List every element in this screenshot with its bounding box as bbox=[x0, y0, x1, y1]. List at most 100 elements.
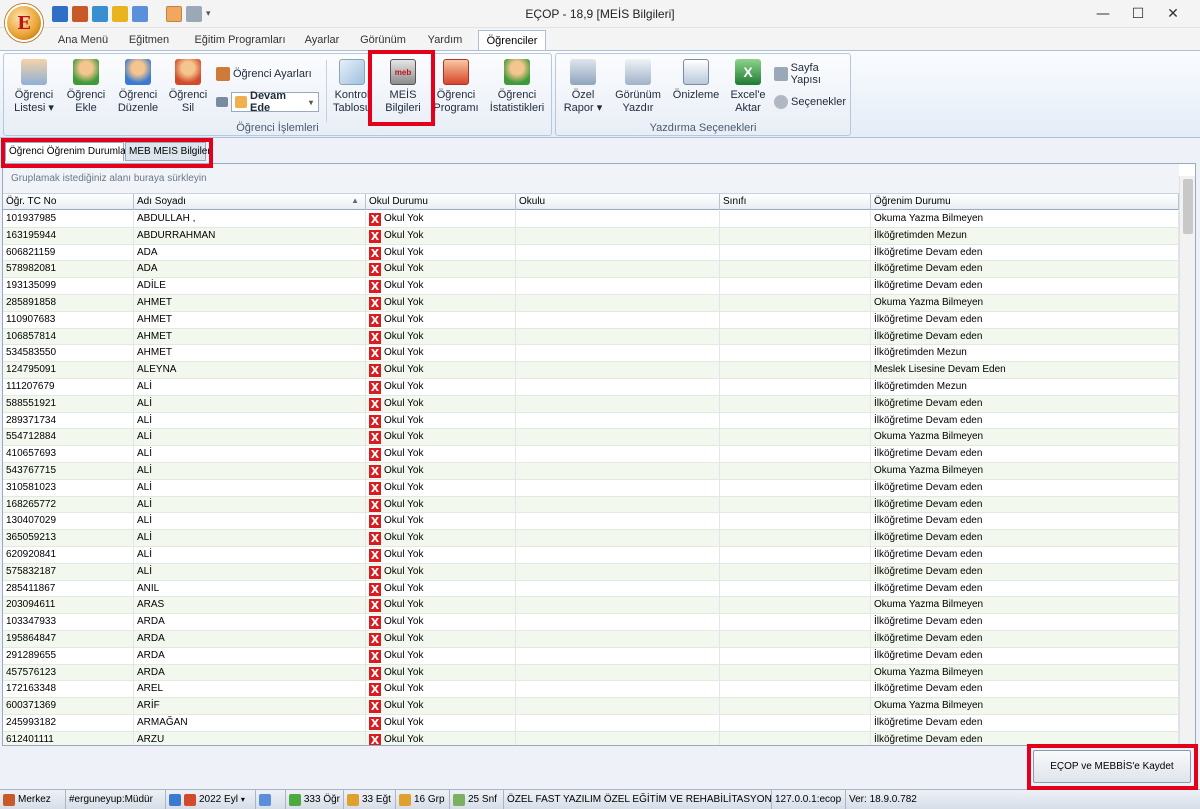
table-row[interactable]: 410657693 ALİ X Okul Yok İlköğretime Devam e… bbox=[3, 446, 1179, 463]
tab-ogrenciler[interactable]: Öğrenciler bbox=[478, 30, 546, 50]
tab-egitmen[interactable]: Eğitmen bbox=[118, 30, 180, 50]
table-row[interactable]: 103347933 ARDA X Okul Yok İlköğretime Devam … bbox=[3, 614, 1179, 631]
cell-tc-no: 575832187 bbox=[3, 563, 134, 580]
ozel-rapor-button[interactable]: Özel Rapor ▾ bbox=[558, 57, 608, 115]
sayfa-yapisi-button[interactable]: Sayfa Yapısı bbox=[774, 62, 850, 86]
table-row[interactable]: 543767715 ALİ X Okul Yok Okuma Yazma Bilmeye… bbox=[3, 463, 1179, 480]
group-yazdirma-secenekleri: Özel Rapor ▾ Görünüm Yazdır Önizleme X E… bbox=[555, 53, 851, 136]
cell-okulu bbox=[516, 647, 720, 664]
table-row[interactable]: 365059213 ALİ X Okul Yok İlköğretime Devam e… bbox=[3, 530, 1179, 547]
table-row[interactable]: 578982081 ADA X Okul Yok İlköğretime Devam e… bbox=[3, 261, 1179, 279]
column-header-okul-durumu[interactable]: Okul Durumu bbox=[366, 194, 516, 210]
table-row[interactable]: 106857814 AHMET X Okul Yok İlköğretime Devam… bbox=[3, 328, 1179, 346]
tab-yardim[interactable]: Yardım bbox=[418, 30, 472, 50]
tab-ayarlar[interactable]: Ayarlar bbox=[298, 30, 346, 50]
cell-adi-soyadi: ALİ bbox=[134, 479, 366, 496]
table-row[interactable]: 600371369 ARİF X Okul Yok Okuma Yazma Bilmey… bbox=[3, 698, 1179, 715]
secenekler-button[interactable]: Seçenekler bbox=[774, 92, 846, 112]
cell-adi-soyadi-text: ALİ bbox=[137, 549, 153, 560]
cell-okulu bbox=[516, 295, 720, 311]
ogrenci-istatistikleri-button[interactable]: Öğrenci İstatistikleri bbox=[486, 57, 548, 115]
cell-adi-soyadi: ABDULLAH , bbox=[134, 211, 366, 227]
gorunum-yazdir-button[interactable]: Görünüm Yazdır bbox=[610, 57, 666, 115]
table-row[interactable]: 172163348 AREL X Okul Yok İlköğretime Devam … bbox=[3, 681, 1179, 699]
no-school-icon: X bbox=[369, 330, 381, 344]
table-row[interactable]: 575832187 ALİ X Okul Yok İlköğretime Devam e… bbox=[3, 563, 1179, 581]
column-header-ogrenim-durumu[interactable]: Öğrenim Durumu bbox=[871, 194, 1179, 210]
table-row[interactable]: 291289655 ARDA X Okul Yok İlköğretime Devam … bbox=[3, 647, 1179, 665]
tab-ana-menu[interactable]: Ana Menü bbox=[50, 30, 116, 50]
cell-ogrenim-durumu: İlköğretime Devam eden bbox=[871, 715, 1179, 731]
student-stats-icon bbox=[504, 59, 530, 85]
cell-ogrenim-durumu-text: İlköğretimden Mezun bbox=[874, 381, 967, 392]
column-header-okulu[interactable]: Okulu bbox=[516, 194, 720, 210]
cell-ogrenim-durumu-text: Meslek Lisesine Devam Eden bbox=[874, 364, 1006, 376]
status-refresh[interactable] bbox=[256, 790, 286, 809]
ogrenci-ayarlari-button[interactable]: Öğrenci Ayarları bbox=[216, 64, 312, 84]
ogrenci-programi-button[interactable]: Öğrenci Programı bbox=[432, 57, 480, 115]
cell-sinifi bbox=[720, 614, 871, 631]
gear-icon bbox=[774, 95, 788, 109]
group-by-area[interactable]: Gruplamak istediğiniz alanı buraya sürkl… bbox=[3, 164, 1179, 194]
table-row[interactable]: 289371734 ALİ X Okul Yok İlköğretime Devam e… bbox=[3, 412, 1179, 430]
app-menu-orb[interactable]: E bbox=[5, 4, 43, 42]
table-row[interactable]: 285411867 ANIL X Okul Yok İlköğretime Devam … bbox=[3, 580, 1179, 598]
table-row[interactable]: 130407029 ALİ X Okul Yok İlköğretime Devam e… bbox=[3, 513, 1179, 531]
devam-select[interactable]: Devam Ede ▾ bbox=[231, 90, 319, 114]
table-row[interactable]: 285891858 AHMET X Okul Yok Okuma Yazma Bilme… bbox=[3, 295, 1179, 312]
table-row[interactable]: 101937985 ABDULLAH , X Okul Yok Okuma Yazma … bbox=[3, 211, 1179, 228]
table-row[interactable]: 612401111 ARZU X Okul Yok İlköğretime Devam … bbox=[3, 731, 1179, 745]
table-row[interactable]: 163195944 ABDURRAHMAN X Okul Yok İlköğretimd… bbox=[3, 227, 1179, 245]
cell-ogrenim-durumu-text: Okuma Yazma Bilmeyen bbox=[874, 599, 984, 611]
cell-ogrenim-durumu: İlköğretime Devam eden bbox=[871, 311, 1179, 328]
ogrenci-sil-button[interactable]: Öğrenci Sil bbox=[164, 57, 212, 115]
table-row[interactable]: 110907683 AHMET X Okul Yok İlköğretime Devam… bbox=[3, 311, 1179, 329]
column-header-sinifi[interactable]: Sınıfı bbox=[720, 194, 871, 210]
column-header-tc[interactable]: Öğr. TC No bbox=[3, 194, 134, 210]
cell-tc-no: 600371369 bbox=[3, 698, 134, 715]
table-row[interactable]: 195864847 ARDA X Okul Yok İlköğretime Devam … bbox=[3, 631, 1179, 648]
close-button[interactable]: ✕ bbox=[1150, 0, 1196, 28]
table-row[interactable]: 168265772 ALİ X Okul Yok İlköğretime Devam e… bbox=[3, 496, 1179, 514]
cell-okul-durumu: X Okul Yok bbox=[366, 295, 516, 311]
onizleme-button[interactable]: Önizleme bbox=[670, 57, 722, 102]
table-row[interactable]: 588551921 ALİ X Okul Yok İlköğretime Devam e… bbox=[3, 395, 1179, 413]
table-row[interactable]: 111207679 ALİ X Okul Yok İlköğretimden Mezun bbox=[3, 379, 1179, 396]
scrollbar-thumb[interactable] bbox=[1183, 179, 1193, 234]
trainers-icon bbox=[347, 793, 359, 806]
table-row[interactable]: 534583550 AHMET X Okul Yok İlköğretimden Mez… bbox=[3, 345, 1179, 363]
tab-gorunum[interactable]: Görünüm bbox=[352, 30, 414, 50]
table-row[interactable]: 193135099 ADİLE X Okul Yok İlköğretime Devam… bbox=[3, 278, 1179, 295]
ogrenci-ekle-button[interactable]: Öğrenci Ekle bbox=[60, 57, 112, 115]
cell-okul-durumu-text: Okul Yok bbox=[384, 347, 424, 359]
status-period[interactable]: 2022 Eyl ▾ bbox=[166, 790, 256, 809]
vertical-scrollbar[interactable] bbox=[1179, 176, 1195, 746]
cell-tc-no: 285411867 bbox=[3, 580, 134, 597]
table-row[interactable]: 606821159 ADA X Okul Yok İlköğretime Devam e… bbox=[3, 244, 1179, 262]
cell-ogrenim-durumu-text: Okuma Yazma Bilmeyen bbox=[874, 297, 984, 308]
cell-ogrenim-durumu-text: İlköğretime Devam eden bbox=[874, 549, 983, 560]
column-header-adi-soyadi[interactable]: Adı Soyadı ▲ bbox=[134, 194, 366, 210]
cell-tc-no-text: 534583550 bbox=[6, 347, 57, 359]
cell-okul-durumu-text: Okul Yok bbox=[384, 431, 424, 443]
status-snf-text: 25 Snf bbox=[468, 794, 497, 805]
table-row[interactable]: 620920841 ALİ X Okul Yok İlköğretime Devam e… bbox=[3, 547, 1179, 564]
tab-egitim-programlari[interactable]: Eğitim Programları bbox=[184, 30, 296, 50]
table-row[interactable]: 310581023 ALİ X Okul Yok İlköğretime Devam e… bbox=[3, 479, 1179, 497]
cell-sinifi bbox=[720, 631, 871, 647]
student-add-icon bbox=[73, 59, 99, 85]
devam-filter: Devam Ede ▾ bbox=[216, 90, 319, 114]
ogrenci-duzenle-button[interactable]: Öğrenci Düzenle bbox=[112, 57, 164, 115]
table-row[interactable]: 457576123 ARDA X Okul Yok Okuma Yazma Bilmey… bbox=[3, 664, 1179, 682]
cell-adi-soyadi: AREL bbox=[134, 681, 366, 698]
cell-adi-soyadi-text: ALİ bbox=[137, 397, 153, 409]
ogrenci-listesi-button[interactable]: Öğrenci Listesi ▾ bbox=[8, 57, 60, 115]
cell-adi-soyadi-text: ALİ bbox=[137, 515, 153, 527]
table-row[interactable]: 124795091 ALEYNA X Okul Yok Meslek Lisesine … bbox=[3, 362, 1179, 379]
table-row[interactable]: 554712884 ALİ X Okul Yok Okuma Yazma Bilmeye… bbox=[3, 429, 1179, 447]
table-row[interactable]: 203094611 ARAS X Okul Yok Okuma Yazma Bilmey… bbox=[3, 597, 1179, 615]
cell-adi-soyadi-text: AHMET bbox=[137, 297, 172, 308]
table-row[interactable]: 245993182 ARMAĞAN X Okul Yok İlköğretime Dev… bbox=[3, 715, 1179, 732]
cell-okul-durumu-text: Okul Yok bbox=[384, 666, 424, 678]
excele-aktar-button[interactable]: X Excel'e Aktar bbox=[726, 57, 770, 115]
